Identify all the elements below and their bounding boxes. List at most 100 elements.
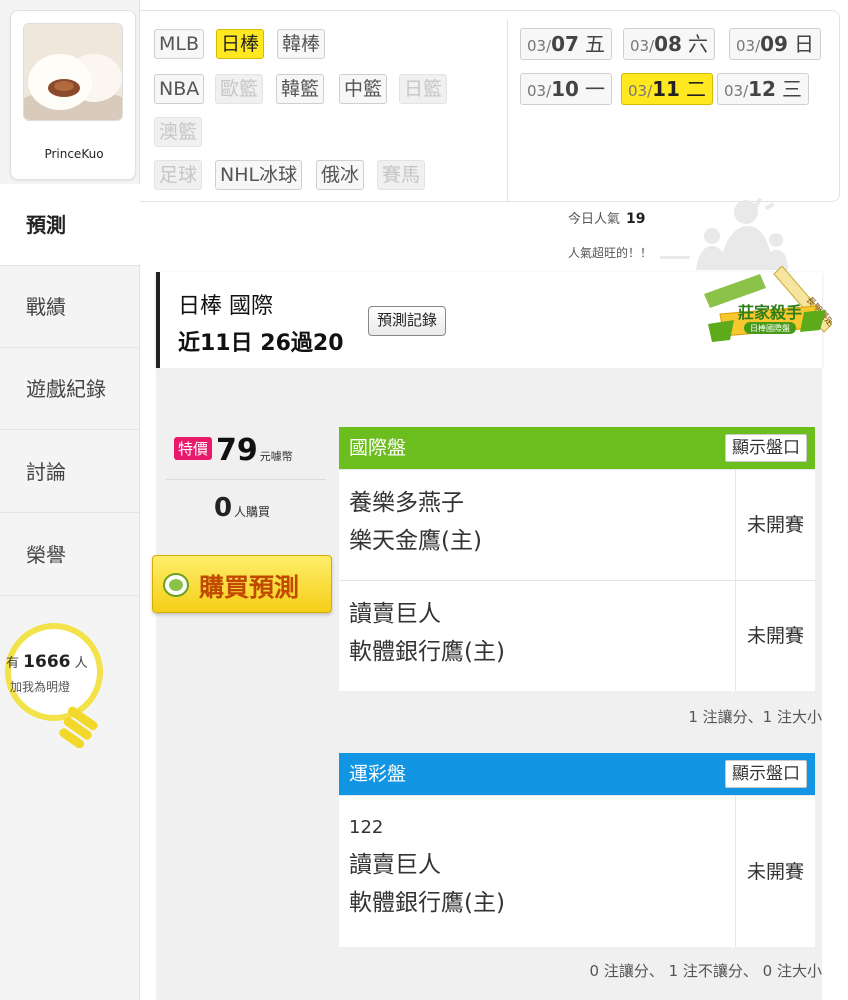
date-day: 07 (551, 32, 579, 56)
odds-panel: 運彩盤 顯示盤口 122 讀賣巨人軟體銀行鷹(主) 未開賽 (339, 753, 815, 947)
sport-tag[interactable]: 俄冰 (316, 160, 365, 190)
sport-tag[interactable]: 韓棒 (277, 29, 326, 59)
home-team: 軟體銀行鷹(主) (349, 639, 505, 665)
prediction-history-button[interactable]: 預測記錄 (368, 306, 447, 336)
avatar-image (24, 24, 122, 120)
sport-tag[interactable]: NBA (154, 74, 205, 104)
avatar[interactable] (23, 23, 123, 121)
coin-icon (163, 573, 189, 597)
match-row[interactable]: 養樂多燕子樂天金鷹(主) 未開賽 (339, 469, 815, 580)
sidebar-item-discuss[interactable]: 討論 (0, 431, 140, 513)
buy-prediction-label: 購買預測 (199, 573, 300, 602)
recent-record: 近11日 26過20 (178, 331, 344, 356)
date-weekday: 六 (687, 32, 708, 56)
sport-tag[interactable]: 中籃 (339, 74, 388, 104)
league-title: 日棒 國際 (178, 294, 273, 319)
date-tab[interactable]: 03/07 五 (520, 28, 612, 60)
date-day: 12 (748, 77, 776, 101)
odds-panel-header: 運彩盤 顯示盤口 (339, 753, 815, 795)
popularity-value: 19 (626, 211, 646, 227)
date-weekday: 日 (793, 32, 814, 56)
date-month: 03/ (736, 37, 761, 55)
buy-prediction-button[interactable]: 購買預測 (152, 555, 332, 613)
match-teams: 讀賣巨人軟體銀行鷹(主) (349, 595, 505, 671)
sport-tag: 澳籃 (154, 117, 203, 147)
sidebar-item-game-log[interactable]: 遊戲紀錄 (0, 348, 140, 430)
divider (166, 479, 326, 480)
lights-label[interactable]: 加我為明燈 (10, 678, 70, 695)
sport-tag: 賽馬 (377, 160, 426, 190)
match-teams: 養樂多燕子樂天金鷹(主) (349, 484, 482, 560)
sidebar-item-record[interactable]: 戰績 (0, 266, 140, 348)
home-team: 樂天金鷹(主) (349, 528, 482, 554)
lights-suffix: 人 (74, 656, 88, 671)
sport-tag: 歐籃 (215, 74, 264, 104)
price-unit: 元噱幣 (259, 450, 293, 463)
divider (507, 19, 508, 201)
filter-panel: MLB 日棒 韓棒 NBA 歐籃 韓籃 中籃 日籃 澳籃 足球 NHL冰球 俄冰 賽馬 03/07 五 03… (140, 10, 840, 202)
date-weekday: 五 (584, 32, 605, 56)
lights-prefix: 有 (6, 656, 20, 671)
home-team: 軟體銀行鷹(主) (349, 890, 505, 916)
odds-panel: 國際盤 顯示盤口 養樂多燕子 樂天金鷹(主) 未開賽 讀賣巨人 軟體銀行鷹(主) 未開賽 (339, 427, 815, 691)
show-odds-button[interactable]: 顯示盤口 (725, 434, 807, 462)
sport-tag[interactable]: 日棒 (216, 29, 265, 59)
match-status: 未開賽 (735, 470, 815, 580)
odds-panel-title: 國際盤 (349, 437, 407, 459)
date-weekday: 一 (584, 77, 605, 101)
odds-panel-title: 運彩盤 (349, 763, 407, 785)
away-team: 讀賣巨人 (349, 852, 441, 878)
show-odds-button[interactable]: 顯示盤口 (725, 760, 807, 788)
away-team: 養樂多燕子 (349, 490, 464, 516)
date-tab[interactable]: 03/08 六 (623, 28, 715, 60)
buyers-unit: 人購買 (234, 505, 271, 519)
sport-tag[interactable]: NHL冰球 (215, 160, 303, 190)
bet-summary: 1 注讓分、1 注大小 (688, 708, 822, 726)
username[interactable]: PrinceKuo (11, 147, 137, 161)
popularity-note: 人氣超旺的！！ (568, 246, 653, 260)
match-status: 未開賽 (735, 581, 815, 691)
sport-tag: 足球 (154, 160, 203, 190)
badge-sub-text: 日棒國際盤 (750, 323, 790, 333)
date-tab[interactable]: 03/11 二 (621, 73, 713, 105)
date-month: 03/ (628, 82, 653, 100)
lights-count: 有 1666 人 (6, 652, 106, 672)
sport-tag: 日籃 (399, 74, 448, 104)
match-status: 未開賽 (735, 796, 815, 947)
date-tab[interactable]: 03/12 三 (717, 73, 809, 105)
date-day: 08 (654, 32, 682, 56)
price-value: 79 (216, 433, 258, 468)
match-row[interactable]: 122 讀賣巨人軟體銀行鷹(主) 未開賽 (339, 795, 815, 947)
buyers-line: 0 人購買 (156, 493, 328, 523)
odds-panel-header: 國際盤 顯示盤口 (339, 427, 815, 469)
price-line: 特價 79 元噱幣 (174, 433, 293, 468)
away-team: 讀賣巨人 (349, 601, 441, 627)
match-teams: 122 讀賣巨人軟體銀行鷹(主) (349, 810, 505, 922)
badge-title-text: 莊家殺手 (738, 303, 802, 322)
prediction-header: 日棒 國際 近11日 26過20 預測記錄 長期穩定 莊家殺手 日棒國際盤 (156, 266, 832, 368)
sidebar-item-honor[interactable]: 榮譽 (0, 514, 140, 596)
date-weekday: 三 (781, 77, 802, 101)
special-price-badge: 特價 (174, 437, 213, 460)
sport-tag[interactable]: MLB (154, 29, 205, 59)
profile-card[interactable]: PrinceKuo (10, 10, 136, 180)
date-tab[interactable]: 03/09 日 (729, 28, 821, 60)
match-row[interactable]: 讀賣巨人軟體銀行鷹(主) 未開賽 (339, 580, 815, 691)
purchase-column: 特價 79 元噱幣 0 人購買 購買預測 (152, 427, 332, 637)
date-day: 10 (551, 77, 579, 101)
bookie-killer-badge-icon: 長期穩定 莊家殺手 日棒國際盤 (704, 266, 832, 342)
lights-number: 1666 (23, 652, 71, 672)
match-code: 122 (349, 817, 384, 838)
bet-summary: 0 注讓分、 1 注不讓分、 0 注大小 (589, 962, 822, 980)
sidebar-item-predict[interactable]: 預測 (0, 184, 141, 266)
date-month: 03/ (724, 82, 749, 100)
popularity-fans-icon (660, 197, 788, 270)
date-month: 03/ (527, 82, 552, 100)
popularity-label: 今日人氣 (568, 212, 621, 227)
date-day: 09 (760, 32, 788, 56)
sport-tag[interactable]: 韓籃 (276, 74, 325, 104)
sidebar: PrinceKuo 預測 戰績 遊戲紀錄 討論 榮譽 有 1666 人 加我為明… (0, 0, 141, 1000)
date-day: 11 (652, 77, 680, 101)
date-month: 03/ (630, 37, 655, 55)
date-tab[interactable]: 03/10 一 (520, 73, 612, 105)
